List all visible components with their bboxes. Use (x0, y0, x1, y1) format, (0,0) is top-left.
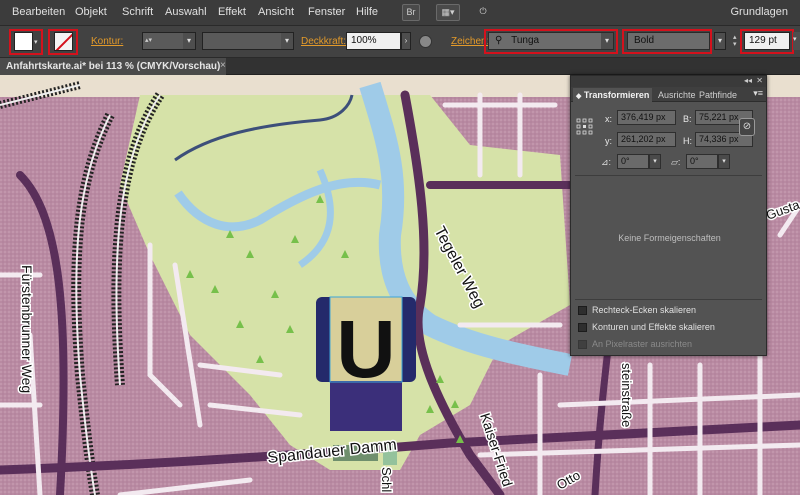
y-label: y: (605, 136, 613, 146)
opacity-arrow-icon[interactable]: › (401, 32, 411, 50)
reference-point-grid (576, 118, 593, 135)
ubahn-letter[interactable]: U (336, 304, 395, 395)
tab-transformieren-label: Transformieren (583, 90, 650, 100)
x-label: x: (605, 114, 613, 124)
font-style-highlight (622, 29, 712, 54)
opacity-field[interactable]: 100% (346, 32, 401, 50)
reference-point-icon[interactable] (576, 118, 594, 136)
rotate-dropdown-icon[interactable]: ▾ (649, 154, 661, 169)
font-size-stepper-icon[interactable]: ▴ ▾ (733, 34, 737, 48)
scale-strokes-label: Konturen und Effekte skalieren (592, 322, 715, 332)
scale-corners-label: Rechteck-Ecken skalieren (592, 305, 697, 315)
tab-ausrichten[interactable]: Ausrichte (655, 88, 699, 102)
menu-effekt[interactable]: Effekt (218, 6, 246, 18)
constrain-proportions-icon[interactable]: ⊘ (739, 118, 755, 136)
align-pixel-grid-label: An Pixelraster ausrichten (592, 339, 693, 349)
shear-field[interactable]: 0° (686, 154, 718, 169)
stroke-weight-field[interactable]: ▴▾ ▾ (142, 32, 196, 50)
scale-strokes-checkbox[interactable] (578, 323, 587, 332)
y-field[interactable]: 261,202 px (617, 132, 676, 147)
menu-bearbeiten[interactable]: Bearbeiten (12, 6, 65, 18)
b-label: B: (683, 114, 692, 124)
menu-fenster[interactable]: Fenster (308, 6, 345, 18)
menu-schrift[interactable]: Schrift (122, 6, 153, 18)
panel-tabs: ◆ Transformieren Ausrichte Pathfinde ▾≡ (571, 87, 766, 102)
tab-expand-icon: ◆ (576, 93, 582, 100)
recolor-artwork-icon[interactable] (419, 35, 432, 48)
close-panel-icon[interactable]: ✕ (756, 76, 763, 85)
h-label: H: (683, 136, 692, 146)
menu-objekt[interactable]: Objekt (75, 6, 107, 18)
deckkraft-label[interactable]: Deckkraft: (301, 36, 346, 47)
kontur-label[interactable]: Kontur: (91, 36, 123, 47)
profile-dropdown-icon[interactable]: ▾ (281, 33, 293, 49)
menu-auswahl[interactable]: Auswahl (165, 6, 207, 18)
scale-corners-checkbox[interactable] (578, 306, 587, 315)
control-bar: ▾ Kontur: ▴▾ ▾ ▾ Deckkraft: 100% › Zeich… (0, 26, 800, 58)
label-schl: Schl (379, 467, 394, 492)
document-tab-bar: Anfahrtskarte.ai* bei 113 % (CMYK/Vorsch… (0, 58, 800, 75)
align-pixel-grid-checkbox[interactable] (578, 340, 587, 349)
label-steinstrasse: steinstraße (619, 363, 634, 427)
font-size-highlight (740, 29, 794, 54)
rotate-icon: ⊿: (601, 157, 612, 167)
menu-bar: Bearbeiten Objekt Schrift Auswahl Effekt… (0, 0, 800, 26)
panel-menu-icon[interactable]: ▾≡ (753, 88, 763, 99)
panel-titlebar[interactable]: ◂◂ ✕ (571, 76, 766, 87)
font-size-chevron-icon[interactable]: ▾ (793, 32, 800, 50)
close-icon[interactable]: × (220, 60, 226, 71)
font-style-chevron-icon[interactable]: ▾ (714, 32, 726, 50)
stroke-highlight (48, 29, 78, 55)
menu-ansicht[interactable]: Ansicht (258, 6, 294, 18)
variable-width-profile[interactable]: ▾ (202, 32, 294, 50)
shear-icon: ▱: (671, 157, 681, 167)
transform-panel: ◂◂ ✕ ◆ Transformieren Ausrichte Pathfind… (570, 75, 767, 356)
x-field[interactable]: 376,419 px (617, 110, 676, 125)
menu-hilfe[interactable]: Hilfe (356, 6, 378, 18)
label-fuerstenbrunner-weg: Fürstenbrunner Weg (19, 265, 35, 393)
workspace-switcher[interactable]: Grundlagen (731, 6, 789, 18)
arrange-documents-icon[interactable]: ▦▾ (436, 4, 460, 21)
gpu-performance-icon[interactable]: ⏻ (474, 4, 492, 21)
tab-pathfinder[interactable]: Pathfinde (696, 88, 740, 102)
panel-divider (575, 175, 762, 176)
no-shape-properties-text: Keine Formeigenschaften (618, 233, 721, 243)
tab-transformieren[interactable]: ◆ Transformieren (573, 88, 653, 102)
shear-dropdown-icon[interactable]: ▾ (718, 154, 730, 169)
fill-highlight (9, 29, 43, 55)
font-family-highlight (484, 29, 618, 54)
stroke-weight-dropdown-icon[interactable]: ▾ (183, 33, 195, 49)
document-tab[interactable]: Anfahrtskarte.ai* bei 113 % (CMYK/Vorsch… (0, 58, 227, 75)
rotate-field[interactable]: 0° (617, 154, 649, 169)
collapse-panel-icon[interactable]: ◂◂ (744, 76, 752, 85)
bridge-icon[interactable]: Br (402, 4, 420, 21)
panel-divider-bottom (575, 299, 762, 300)
